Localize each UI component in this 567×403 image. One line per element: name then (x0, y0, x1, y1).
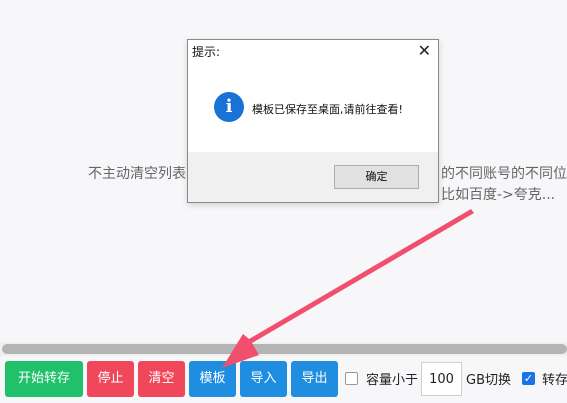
dialog-message: 模板已保存至桌面,请前往查看! (252, 103, 403, 116)
info-icon: i (214, 92, 244, 122)
close-icon[interactable]: ✕ (418, 41, 431, 60)
ok-button[interactable]: 确定 (334, 165, 419, 189)
start-transfer-button[interactable]: 开始转存 (5, 361, 83, 397)
scrollbar-thumb[interactable] (2, 344, 567, 354)
import-button[interactable]: 导入 (240, 361, 287, 397)
capacity-label: 容量小于 (366, 373, 419, 388)
check-icon: ✓ (523, 372, 534, 385)
horizontal-scrollbar[interactable] (0, 342, 567, 356)
dialog-title: 提示: (192, 45, 221, 59)
clear-button[interactable]: 清空 (138, 361, 185, 397)
capacity-checkbox[interactable] (345, 372, 358, 385)
background-text-right-1: 的不同账号的不同位 (441, 166, 567, 182)
template-button[interactable]: 模板 (189, 361, 236, 397)
stop-button[interactable]: 停止 (87, 361, 134, 397)
capacity-input[interactable] (421, 362, 462, 396)
message-dialog: 提示: ✕ i 模板已保存至桌面,请前往查看! 确定 (187, 39, 439, 203)
background-text-left: 不主动清空列表 (88, 166, 186, 182)
transfer-label: 转存 (542, 373, 567, 388)
background-text-right-2: 比如百度->夸克... (441, 187, 556, 203)
export-button[interactable]: 导出 (291, 361, 338, 397)
gb-switch-label: GB切换 (466, 373, 511, 388)
transfer-checkbox[interactable]: ✓ (522, 372, 535, 385)
